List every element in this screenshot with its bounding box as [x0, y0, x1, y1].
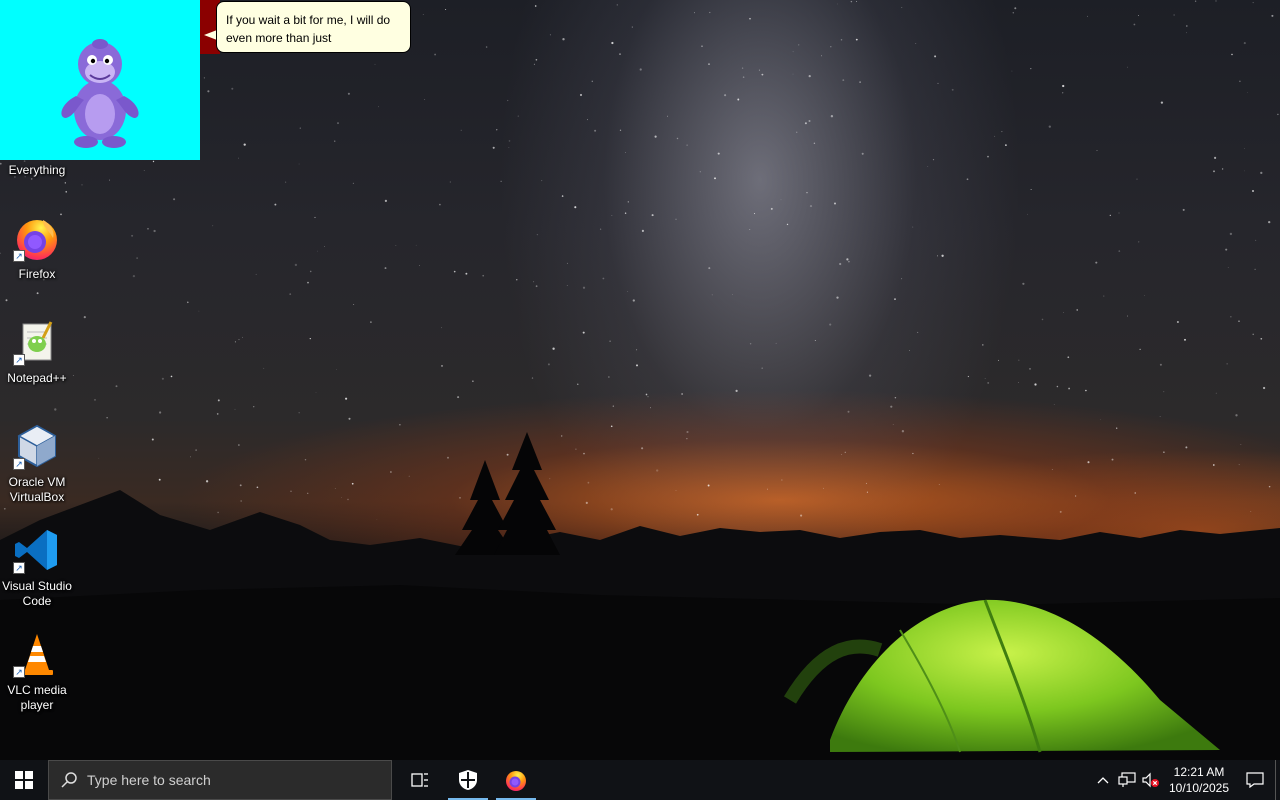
speech-bubble[interactable]: If you wait a bit for me, I will do even… — [216, 1, 411, 53]
volume-button[interactable] — [1139, 760, 1163, 800]
volume-muted-icon — [1142, 772, 1159, 788]
shortcut-arrow-icon: ↗ — [13, 458, 25, 470]
desktop-icon-label: Firefox — [18, 267, 56, 281]
desktop-icon-everything[interactable]: Everything — [0, 110, 74, 178]
firefox-icon: ↗ — [13, 214, 61, 262]
clock-date: 10/10/2025 — [1168, 781, 1230, 795]
vscode-icon: ↗ — [13, 526, 61, 574]
taskbar: Type here to search 12:21 AM 10/10/2025 — [0, 760, 1280, 800]
chevron-up-icon — [1097, 777, 1109, 784]
task-view-icon — [411, 773, 428, 787]
windows-logo-icon — [15, 771, 33, 789]
desktop-icon-vscode[interactable]: ↗ Visual Studio Code — [0, 526, 74, 609]
clock-time: 12:21 AM — [1173, 765, 1225, 779]
notification-icon — [1246, 772, 1264, 788]
firefox-icon — [506, 771, 526, 791]
desktop-icon-notepad-plus-plus[interactable]: ↗ Notepad++ — [0, 318, 74, 386]
speech-text: If you wait a bit for me, I will do even… — [226, 13, 391, 45]
shortcut-arrow-icon: ↗ — [13, 250, 25, 262]
desktop-icon-label: VLC media player — [7, 683, 67, 712]
virtualbox-icon: ↗ — [13, 422, 61, 470]
start-button[interactable] — [0, 760, 48, 800]
desktop-icon-vlc[interactable]: ↗ VLC media player — [0, 630, 74, 713]
notepad-plus-plus-icon: ↗ — [13, 318, 61, 366]
desktop-icon-firefox[interactable]: ↗ Firefox — [0, 214, 74, 282]
windows-security-icon — [459, 770, 477, 790]
taskbar-search-box[interactable]: Type here to search — [48, 760, 392, 800]
search-placeholder: Type here to search — [87, 772, 211, 788]
desktop-icon-label: Notepad++ — [7, 371, 67, 385]
system-tray: 12:21 AM 10/10/2025 — [1091, 760, 1280, 800]
desktop-icon-label: Everything — [8, 163, 66, 177]
desktop-icon-label: Visual Studio Code — [2, 579, 72, 608]
action-center-button[interactable] — [1235, 760, 1275, 800]
show-hidden-icons-button[interactable] — [1091, 760, 1115, 800]
shortcut-arrow-icon: ↗ — [13, 354, 25, 366]
desktop-icon-virtualbox[interactable]: ↗ Oracle VM VirtualBox — [0, 422, 74, 505]
taskbar-firefox[interactable] — [492, 760, 540, 800]
shortcut-arrow-icon: ↗ — [13, 666, 25, 678]
vlc-icon: ↗ — [13, 630, 61, 678]
taskbar-windows-security[interactable] — [444, 760, 492, 800]
show-desktop-button[interactable] — [1275, 760, 1280, 800]
network-button[interactable] — [1115, 760, 1139, 800]
taskbar-clock[interactable]: 12:21 AM 10/10/2025 — [1163, 764, 1235, 796]
search-icon — [61, 772, 77, 788]
network-icon — [1118, 772, 1136, 787]
shortcut-arrow-icon: ↗ — [13, 562, 25, 574]
desktop-icon-label: Oracle VM VirtualBox — [8, 475, 66, 504]
task-view-button[interactable] — [396, 760, 444, 800]
